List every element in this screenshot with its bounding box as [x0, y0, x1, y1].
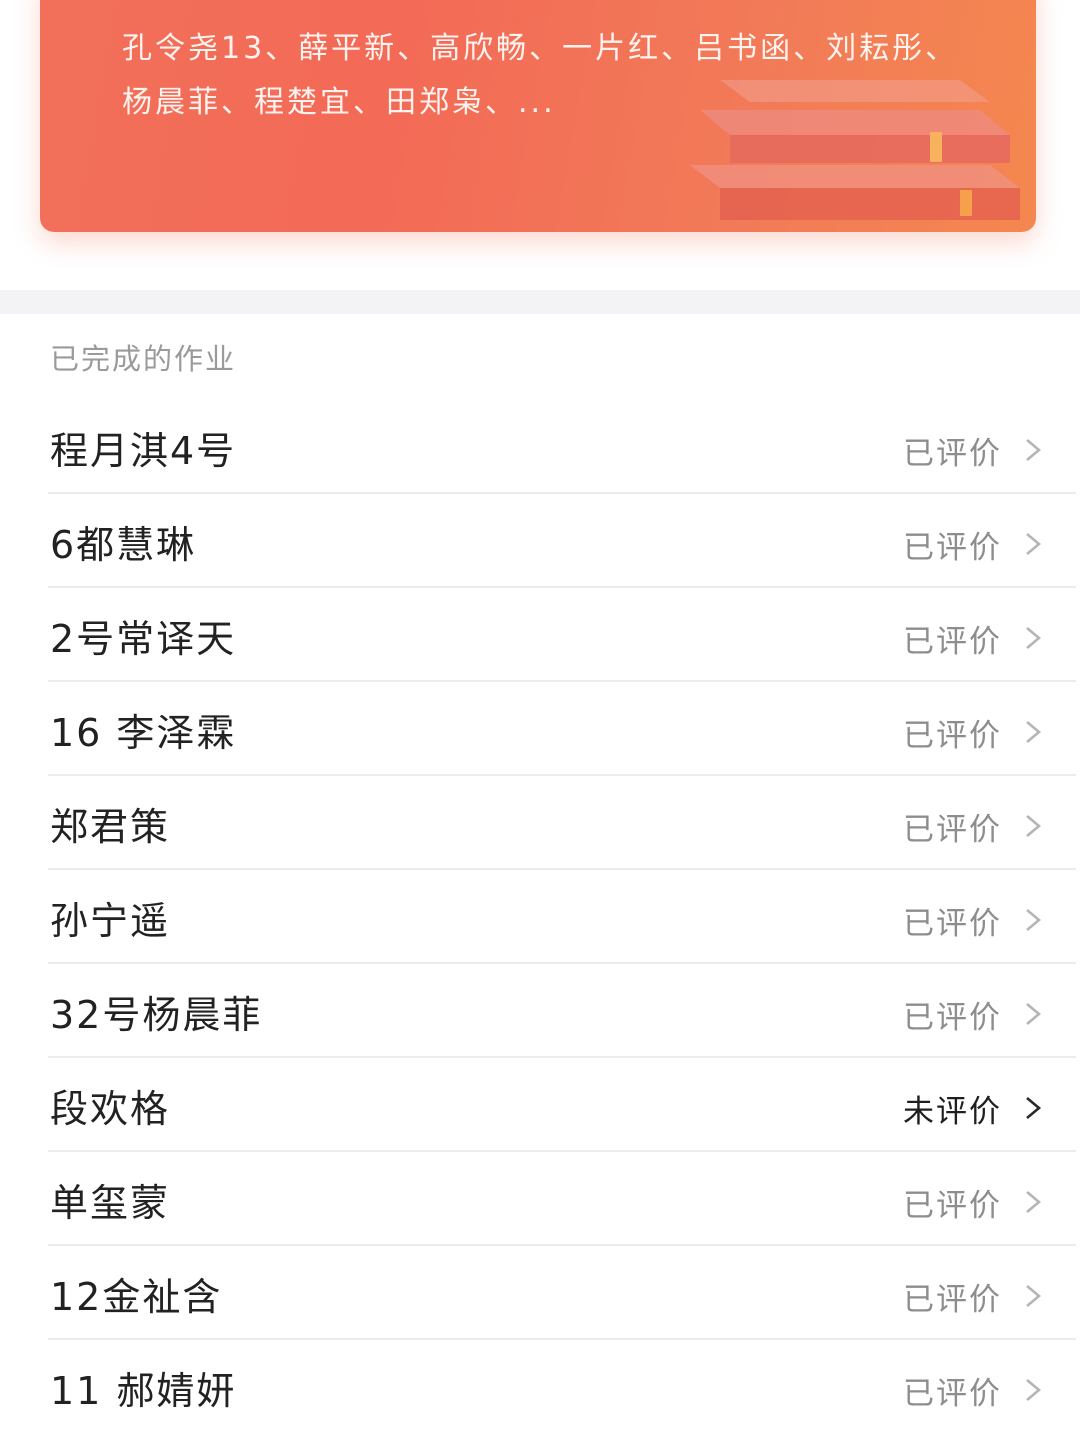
review-status: 已评价	[903, 1188, 1002, 1224]
chevron-right-icon	[1026, 721, 1042, 743]
completed-homework-list: 程月淇4号 已评价 6都慧琳 已评价 2号常译天 已评价 16 李泽霖 已评价 …	[0, 400, 1080, 1434]
chevron-right-icon	[1026, 909, 1042, 931]
review-status: 未评价	[903, 1094, 1002, 1130]
list-item[interactable]: 11 郝婧妍 已评价	[0, 1340, 1080, 1434]
student-name: 11 郝婧妍	[50, 1369, 237, 1413]
review-status: 已评价	[903, 1282, 1002, 1318]
chevron-right-icon	[1026, 1191, 1042, 1213]
list-item[interactable]: 16 李泽霖 已评价	[0, 682, 1080, 776]
list-item[interactable]: 单玺蒙 已评价	[0, 1152, 1080, 1246]
list-item[interactable]: 郑君策 已评价	[0, 776, 1080, 870]
student-name: 2号常译天	[50, 617, 237, 661]
student-name: 32号杨晨菲	[50, 993, 263, 1037]
student-summary-banner: 孔令尧13、薛平新、高欣畅、一片红、吕书函、刘耘彤、杨晨菲、程楚宜、田郑枭、..…	[40, 0, 1036, 232]
review-status: 已评价	[903, 624, 1002, 660]
list-item[interactable]: 程月淇4号 已评价	[0, 400, 1080, 494]
student-names-summary: 孔令尧13、薛平新、高欣畅、一片红、吕书函、刘耘彤、杨晨菲、程楚宜、田郑枭、..…	[122, 31, 959, 120]
section-separator	[0, 290, 1080, 314]
review-status: 已评价	[903, 436, 1002, 472]
chevron-right-icon	[1026, 815, 1042, 837]
student-name: 12金祉含	[50, 1275, 223, 1319]
section-title: 已完成的作业	[50, 342, 237, 376]
list-item[interactable]: 32号杨晨菲 已评价	[0, 964, 1080, 1058]
review-status: 已评价	[903, 530, 1002, 566]
chevron-right-icon	[1026, 1003, 1042, 1025]
student-name: 段欢格	[50, 1087, 171, 1131]
review-status: 已评价	[903, 1000, 1002, 1036]
chevron-right-icon	[1026, 1379, 1042, 1401]
list-item[interactable]: 孙宁遥 已评价	[0, 870, 1080, 964]
student-name: 孙宁遥	[50, 899, 171, 943]
review-status: 已评价	[903, 1376, 1002, 1412]
student-name: 郑君策	[50, 805, 171, 849]
review-status: 已评价	[903, 718, 1002, 754]
student-name: 单玺蒙	[50, 1181, 171, 1225]
review-status: 已评价	[903, 906, 1002, 942]
list-item[interactable]: 12金祉含 已评价	[0, 1246, 1080, 1340]
list-item[interactable]: 段欢格 未评价	[0, 1058, 1080, 1152]
chevron-right-icon	[1026, 627, 1042, 649]
chevron-right-icon	[1026, 1097, 1042, 1119]
student-name: 6都慧琳	[50, 523, 197, 567]
chevron-right-icon	[1026, 533, 1042, 555]
student-name: 16 李泽霖	[50, 711, 237, 755]
chevron-right-icon	[1026, 1285, 1042, 1307]
list-item[interactable]: 6都慧琳 已评价	[0, 494, 1080, 588]
top-area: 孔令尧13、薛平新、高欣畅、一片红、吕书函、刘耘彤、杨晨菲、程楚宜、田郑枭、..…	[0, 0, 1080, 290]
chevron-right-icon	[1026, 439, 1042, 461]
list-item[interactable]: 2号常译天 已评价	[0, 588, 1080, 682]
student-name: 程月淇4号	[50, 429, 237, 473]
review-status: 已评价	[903, 812, 1002, 848]
